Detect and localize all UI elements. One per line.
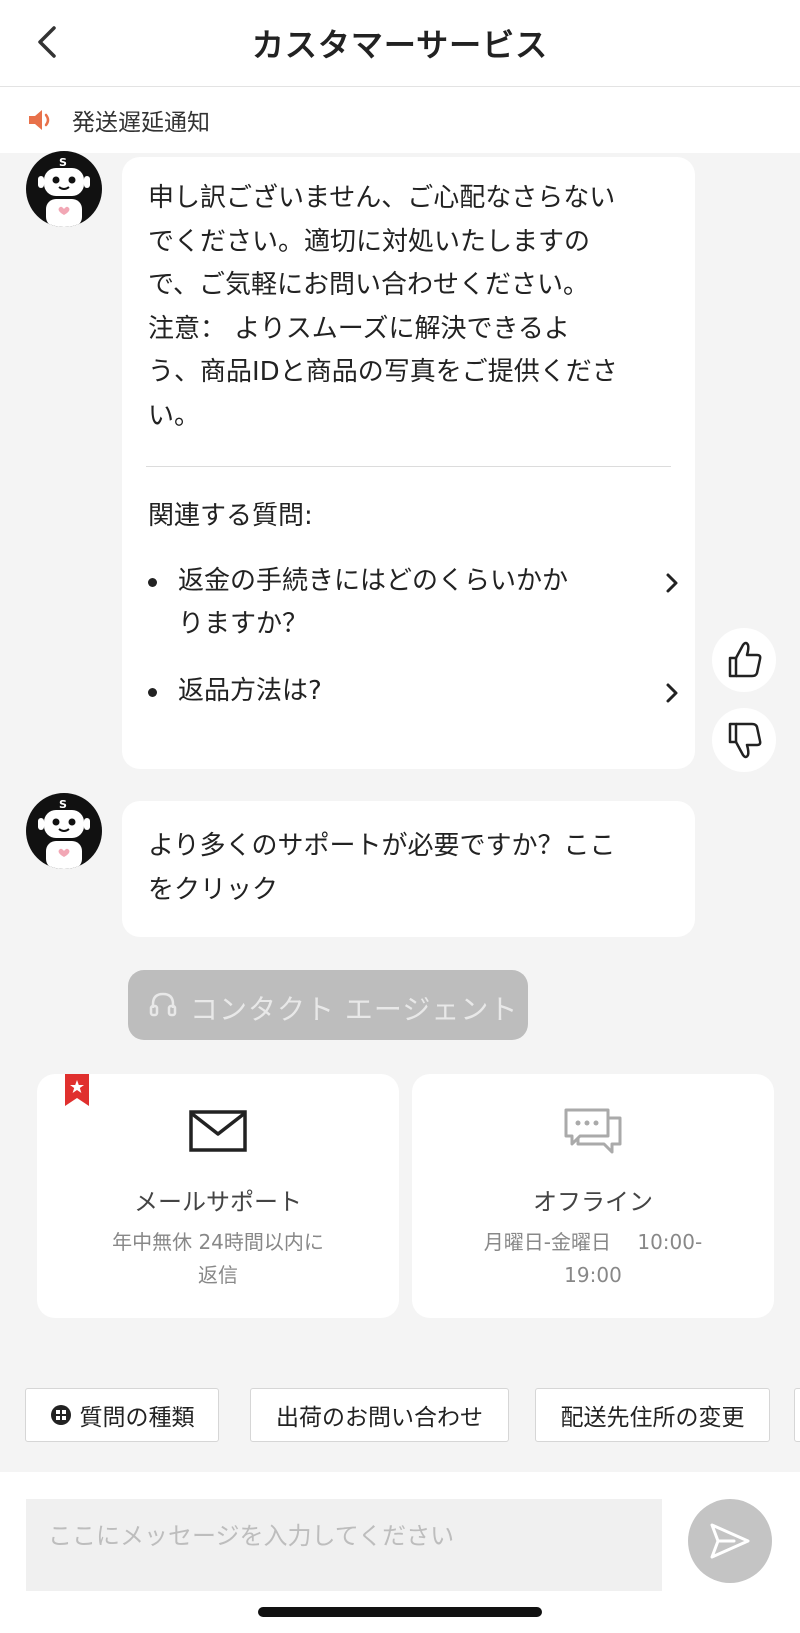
card-description: 年中無休 24時間以内に 返信 bbox=[77, 1226, 359, 1292]
notice-bar[interactable]: 発送遅延通知 bbox=[0, 87, 800, 153]
bot-message-2: より多くのサポートが必要ですか？ここ をクリック bbox=[122, 801, 695, 937]
svg-text:S: S bbox=[59, 798, 67, 811]
robot-icon: S bbox=[38, 798, 90, 869]
dislike-button[interactable] bbox=[712, 708, 776, 772]
send-icon bbox=[710, 1523, 750, 1559]
speaker-icon bbox=[29, 110, 50, 130]
svg-text:S: S bbox=[59, 156, 67, 169]
message-line: い。 bbox=[148, 400, 201, 431]
related-questions-title: 関連する質問: bbox=[148, 501, 313, 531]
message-line: をクリック bbox=[148, 874, 279, 905]
divider bbox=[146, 466, 671, 467]
chat-bubbles-icon bbox=[564, 1108, 622, 1154]
message-input[interactable] bbox=[26, 1499, 662, 1591]
send-button[interactable] bbox=[688, 1499, 772, 1583]
thumbs-up-icon bbox=[728, 641, 762, 678]
chip-change-address[interactable]: 配送先住所の変更 bbox=[535, 1388, 770, 1442]
page-title: カスタマーサービス bbox=[251, 26, 549, 64]
message-text: より多くのサポートが必要ですか？ここ をクリック bbox=[148, 825, 683, 912]
home-indicator bbox=[258, 1607, 542, 1617]
message-line: う、商品IDと商品の写真をご提供くださ bbox=[148, 357, 618, 387]
headphones-icon bbox=[149, 992, 177, 1017]
related-question-return[interactable]: 返品方法は? bbox=[146, 670, 686, 716]
desc-line: 年中無休 24時間以内に bbox=[112, 1230, 324, 1254]
bullet bbox=[148, 578, 157, 587]
label-line: 返品方法は? bbox=[178, 676, 322, 706]
message-line: より多くのサポートが必要ですか？ここ bbox=[148, 831, 616, 861]
desc-line: 月曜日-金曜日 10:00- bbox=[483, 1230, 703, 1254]
mail-icon bbox=[189, 1110, 247, 1152]
bot-message-1: 申し訳ございません、ご心配なさらない でください。適切に対処いたしますの で、ご… bbox=[122, 157, 695, 769]
star-bookmark-icon bbox=[65, 1074, 89, 1106]
contact-agent-label: コンタクト エージェント bbox=[190, 993, 519, 1026]
related-question-label: 返金の手続きにはどのくらいかか りますか？ bbox=[178, 560, 618, 646]
contact-agent-button[interactable]: コンタクト エージェント bbox=[128, 970, 528, 1040]
offline-support-card[interactable]: オフライン 月曜日-金曜日 10:00- 19:00 bbox=[412, 1074, 774, 1318]
message-text: 申し訳ございません、ご心配なさらない でください。適切に対処いたしますの で、ご… bbox=[148, 177, 683, 438]
chip-shipping-inquiry[interactable]: 出荷のお問い合わせ bbox=[250, 1388, 509, 1442]
message-line: 申し訳ございません、ご心配なさらない bbox=[148, 183, 616, 213]
chevron-right-icon bbox=[666, 683, 678, 703]
chip-label: 質問の種類 bbox=[79, 1405, 195, 1431]
related-question-refund[interactable]: 返金の手続きにはどのくらいかか りますか？ bbox=[146, 560, 686, 648]
card-title: オフライン bbox=[533, 1188, 653, 1216]
card-description: 月曜日-金曜日 10:00- 19:00 bbox=[452, 1226, 734, 1292]
grid-icon bbox=[50, 1405, 71, 1425]
bullet bbox=[148, 688, 157, 697]
desc-line: 返信 bbox=[198, 1263, 238, 1287]
chevron-right-icon bbox=[666, 573, 678, 593]
card-title: メールサポート bbox=[134, 1188, 302, 1216]
chip-label: 配送先住所の変更 bbox=[560, 1405, 745, 1431]
bot-avatar: S bbox=[26, 151, 102, 227]
related-question-label: 返品方法は? bbox=[178, 670, 618, 713]
robot-icon: S bbox=[38, 156, 90, 227]
label-line: 返金の手続きにはどのくらいかか bbox=[178, 566, 569, 596]
message-line: で、ご気軽にお問い合わせください。 bbox=[148, 270, 589, 300]
notice-text: 発送遅延通知 bbox=[72, 110, 210, 136]
desc-line: 19:00 bbox=[564, 1263, 622, 1287]
chip-label: 出荷のお問い合わせ bbox=[276, 1405, 483, 1431]
like-button[interactable] bbox=[712, 628, 776, 692]
thumbs-down-icon bbox=[728, 722, 762, 759]
message-line: でください。適切に対処いたしますの bbox=[148, 226, 591, 257]
chip-more[interactable] bbox=[794, 1388, 800, 1442]
message-line: 注意： よりスムーズに解決できるよ bbox=[148, 313, 570, 344]
email-support-card[interactable]: メールサポート 年中無休 24時間以内に 返信 bbox=[37, 1074, 399, 1318]
chip-question-type[interactable]: 質問の種類 bbox=[25, 1388, 219, 1442]
bot-avatar: S bbox=[26, 793, 102, 869]
header: カスタマーサービス bbox=[0, 0, 800, 87]
label-line: りますか？ bbox=[178, 609, 309, 639]
